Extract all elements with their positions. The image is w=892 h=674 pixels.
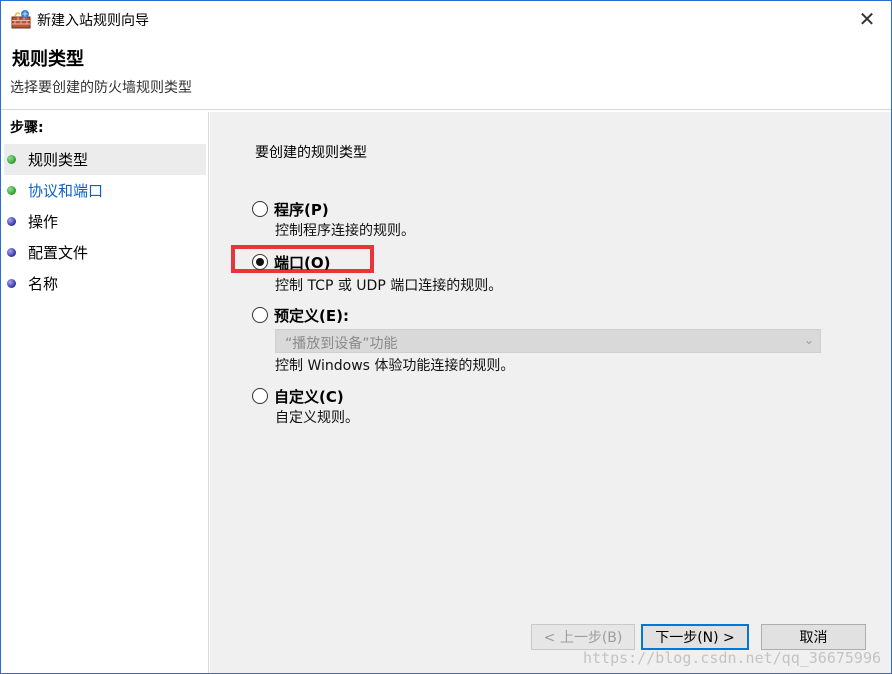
step-profile: 配置文件 [4,237,206,268]
watermark: https://blog.csdn.net/qq_36675996 [582,649,881,667]
custom-description: 自定义规则。 [275,410,359,426]
step-label[interactable]: 协议和端口 [28,180,103,201]
back-button: < 上一步(B) [531,624,635,650]
step-action: 操作 [4,206,206,237]
main-panel: 要创建的规则类型 程序(P) 控制程序连接的规则。 端口(O) 控制 TCP 或… [210,112,891,673]
chevron-down-icon: ⌄ [803,333,814,347]
predefined-description: 控制 Windows 体验功能连接的规则。 [275,358,515,374]
step-name: 名称 [4,268,206,299]
wizard-window: 新建入站规则向导 ✕ 规则类型 选择要创建的防火墙规则类型 步骤: 规则类型 协… [0,0,892,674]
step-protocol-ports[interactable]: 协议和端口 [4,175,206,206]
step-label: 配置文件 [28,244,89,262]
step-pending-icon [7,248,16,257]
page-subtitle: 选择要创建的防火墙规则类型 [10,80,192,96]
page-header: 规则类型 选择要创建的防火墙规则类型 [1,37,891,110]
port-label[interactable]: 端口(O) [274,252,330,273]
close-icon: ✕ [858,7,876,31]
steps-list: 规则类型 协议和端口 操作 配置文件 名称 [4,144,206,299]
step-label: 名称 [28,275,59,293]
next-button[interactable]: 下一步(N) > [641,624,749,650]
step-pending-icon [7,279,16,288]
step-label: 规则类型 [28,151,89,169]
custom-label[interactable]: 自定义(C) [274,386,344,407]
step-complete-icon [7,155,16,164]
step-rule-type: 规则类型 [4,144,206,175]
program-label[interactable]: 程序(P) [274,199,329,220]
steps-title: 步骤: [10,120,44,136]
port-description: 控制 TCP 或 UDP 端口连接的规则。 [275,278,503,294]
page-title: 规则类型 [12,49,84,70]
program-radio[interactable] [252,201,268,217]
step-complete-icon [7,186,16,195]
cancel-button[interactable]: 取消 [761,624,866,650]
predefined-label[interactable]: 预定义(E): [274,305,349,326]
steps-sidebar: 步骤: 规则类型 协议和端口 操作 配置文件 名称 [1,112,209,673]
step-pending-icon [7,217,16,226]
predefined-select: “播放到设备”功能 ⌄ [275,329,821,353]
rule-type-heading: 要创建的规则类型 [255,145,367,161]
window-title: 新建入站规则向导 [37,13,149,29]
custom-radio[interactable] [252,388,268,404]
title-bar[interactable]: 新建入站规则向导 ✕ [1,1,891,37]
port-radio[interactable] [252,254,268,270]
firewall-wall-icon [11,10,31,29]
step-label: 操作 [28,213,59,231]
predefined-radio[interactable] [252,307,268,323]
close-button[interactable]: ✕ [853,5,881,33]
program-description: 控制程序连接的规则。 [275,223,415,239]
predefined-select-value: “播放到设备”功能 [285,336,398,352]
